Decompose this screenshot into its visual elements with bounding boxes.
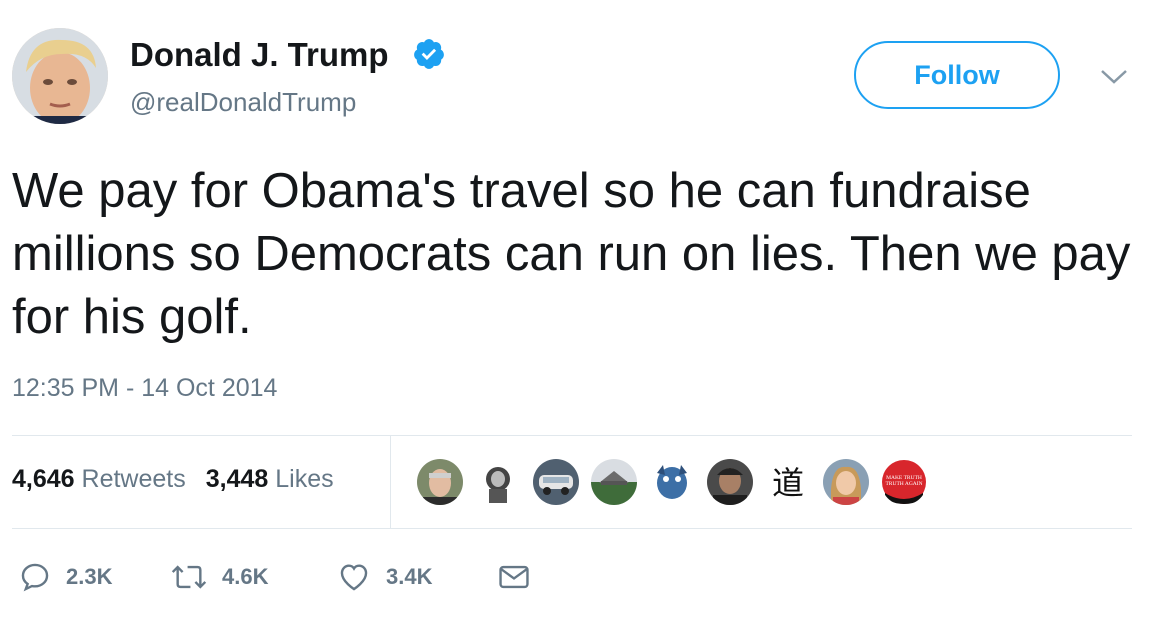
user-handle[interactable]: @realDonaldTrump — [130, 87, 356, 118]
liker-avatar[interactable] — [648, 458, 696, 506]
liker-avatar[interactable]: 道 — [764, 458, 812, 506]
tweet-stats: 4,646 Retweets 3,448 Likes — [12, 465, 334, 494]
tweet-text: We pay for Obama's travel so he can fund… — [12, 164, 1131, 344]
chevron-down-icon[interactable] — [1100, 68, 1128, 86]
divider — [12, 528, 1132, 529]
retweet-icon — [171, 565, 207, 589]
direct-message-button[interactable] — [497, 559, 531, 595]
heart-icon — [340, 564, 368, 591]
svg-text:TRUTH AGAIN: TRUTH AGAIN — [885, 481, 922, 487]
like-count: 3.4K — [386, 564, 433, 589]
stats-separator — [390, 436, 391, 528]
follow-button[interactable]: Follow — [854, 41, 1060, 109]
envelope-icon — [499, 565, 529, 589]
liker-avatar[interactable] — [590, 458, 638, 506]
reply-count: 2.3K — [66, 564, 113, 589]
tweet-timestamp[interactable]: 12:35 PM - 14 Oct 2014 — [12, 374, 277, 403]
retweets-label[interactable]: Retweets — [82, 465, 186, 493]
divider — [12, 435, 1132, 436]
liker-avatar[interactable]: MAKE TRUTH TRUTH AGAIN — [880, 458, 928, 506]
verified-badge-icon — [414, 39, 444, 69]
reply-button[interactable]: 2.3K — [18, 559, 112, 595]
display-name[interactable]: Donald J. Trump — [130, 36, 389, 74]
reply-icon — [21, 563, 49, 592]
avatar[interactable] — [12, 28, 108, 124]
liker-avatar[interactable] — [822, 458, 870, 506]
tweet-card: Donald J. Trump @realDonaldTrump Follow … — [0, 0, 1174, 624]
liker-avatar[interactable] — [706, 458, 754, 506]
retweet-count: 4.6K — [222, 564, 269, 589]
liker-avatar[interactable] — [474, 458, 522, 506]
like-button[interactable]: 3.4K — [336, 559, 432, 595]
retweet-button[interactable]: 4.6K — [170, 559, 268, 595]
likes-label[interactable]: Likes — [275, 465, 333, 493]
liker-kanji: 道 — [772, 464, 804, 502]
likes-count[interactable]: 3,448 — [206, 465, 269, 493]
liker-avatar[interactable] — [532, 458, 580, 506]
retweets-count[interactable]: 4,646 — [12, 465, 75, 493]
liker-avatar[interactable] — [416, 458, 464, 506]
